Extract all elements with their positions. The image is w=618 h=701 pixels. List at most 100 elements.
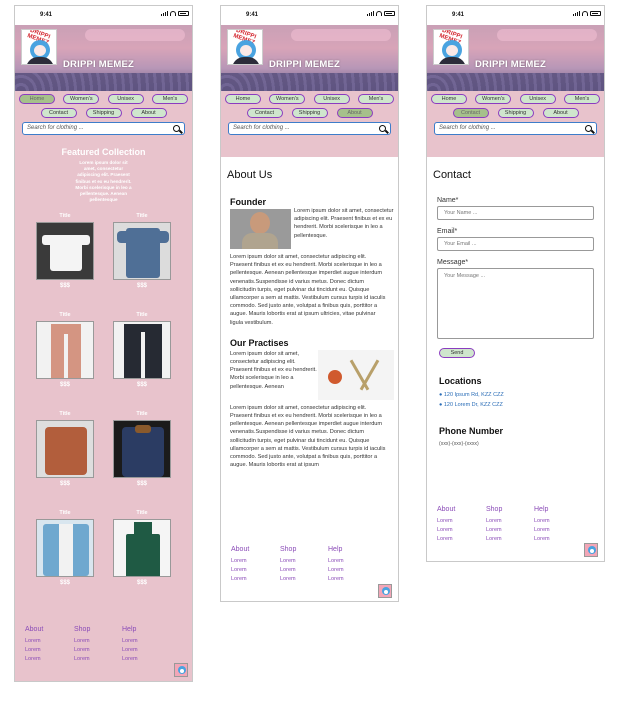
footer-link[interactable]: Lorem [486, 527, 502, 533]
nav-about[interactable]: About [336, 108, 373, 118]
email-field[interactable]: Your Email ... [437, 237, 594, 251]
footer-link[interactable]: Lorem [437, 518, 455, 524]
founder-heading: Founder [230, 197, 266, 207]
logo-icon[interactable]: DRIPPI MEMEZ [433, 29, 469, 65]
search-input[interactable]: Search for clothing ... [22, 122, 185, 135]
nav-contact[interactable]: Contact [246, 108, 283, 118]
status-time: 9:41 [246, 12, 259, 18]
nav-about[interactable]: About [130, 108, 167, 118]
product-price: $$$ [136, 283, 147, 290]
product-card[interactable]: Title $$$ [112, 510, 172, 586]
nav-bar: Home Women's Unisex Men's Contact Shippi… [427, 91, 604, 157]
footer-link[interactable]: Lorem [231, 576, 249, 582]
phone-number: (xxx)-(xxx)-(xxxx) [439, 441, 479, 447]
nav-contact[interactable]: Contact [452, 108, 489, 118]
logo-icon[interactable] [174, 663, 188, 677]
battery-icon [384, 11, 395, 16]
logo-icon[interactable]: DRIPPI MEMEZ [227, 29, 263, 65]
footer-link[interactable]: Lorem [328, 567, 344, 573]
nav-mens[interactable]: Men's [563, 94, 600, 104]
search-icon[interactable] [585, 125, 592, 132]
footer-heading-help: Help [122, 626, 137, 633]
footer-link[interactable]: Lorem [534, 518, 550, 524]
search-placeholder: Search for clothing ... [233, 125, 290, 131]
product-card[interactable]: Title $$$ [35, 411, 95, 487]
signal-icon [161, 11, 168, 16]
nav-contact[interactable]: Contact [40, 108, 77, 118]
footer-link[interactable]: Lorem [122, 647, 138, 653]
footer-link[interactable]: Lorem [534, 527, 550, 533]
status-time: 9:41 [452, 12, 465, 18]
product-image-navy-jacket[interactable] [113, 420, 171, 479]
nav-womens[interactable]: Women's [63, 94, 100, 104]
product-card[interactable]: Title $$$ [112, 213, 172, 289]
product-image-jeans[interactable] [113, 321, 171, 380]
footer-link[interactable]: Lorem [122, 638, 138, 644]
search-input[interactable]: Search for clothing ... [434, 122, 597, 135]
product-image-pants[interactable] [36, 321, 94, 380]
nav-home[interactable]: Home [19, 94, 55, 104]
nav-mens[interactable]: Men's [357, 94, 394, 104]
logo-icon[interactable] [584, 543, 598, 557]
send-button[interactable]: Send [439, 348, 475, 358]
product-card[interactable]: Title $$$ [35, 213, 95, 289]
footer-link[interactable]: Lorem [486, 536, 502, 542]
logo-icon[interactable]: DRIPPI MEMEZ [21, 29, 57, 65]
name-field[interactable]: Your Name ... [437, 206, 594, 220]
contact-form: Name* Your Name ... Email* Your Email ..… [427, 197, 604, 359]
footer-link[interactable]: Lorem [328, 576, 344, 582]
footer-link[interactable]: Lorem [74, 647, 90, 653]
footer-link[interactable]: Lorem [328, 558, 344, 564]
footer-link[interactable]: Lorem [486, 518, 502, 524]
footer-link[interactable]: Lorem [437, 527, 455, 533]
featured-title: Featured Collection [61, 147, 146, 157]
nav-womens[interactable]: Women's [475, 94, 512, 104]
product-image-denim-vest[interactable] [36, 519, 94, 578]
footer-link[interactable]: Lorem [280, 558, 296, 564]
footer-heading-about: About [437, 506, 456, 513]
nav-shipping[interactable]: Shipping [291, 108, 328, 118]
nav-unisex[interactable]: Unisex [107, 94, 144, 104]
locations-heading: Locations [439, 376, 482, 386]
footer-link[interactable]: Lorem [231, 567, 249, 573]
product-card[interactable]: Title $$$ [35, 510, 95, 586]
wifi-icon [170, 11, 176, 16]
footer-link[interactable]: Lorem [437, 536, 455, 542]
product-image-tshirt[interactable] [36, 222, 94, 281]
product-image-jacket[interactable] [36, 420, 94, 479]
footer-link[interactable]: Lorem [25, 656, 43, 662]
footer-link[interactable]: Lorem [280, 567, 296, 573]
footer-link[interactable]: Lorem [122, 656, 138, 662]
nav-home[interactable]: Home [431, 94, 467, 104]
nav-shipping[interactable]: Shipping [85, 108, 122, 118]
footer-link[interactable]: Lorem [534, 536, 550, 542]
product-image-dress[interactable] [113, 519, 171, 578]
nav-unisex[interactable]: Unisex [313, 94, 350, 104]
footer-link[interactable]: Lorem [280, 576, 296, 582]
footer-link[interactable]: Lorem [74, 656, 90, 662]
search-icon[interactable] [173, 125, 180, 132]
nav-mens[interactable]: Men's [151, 94, 188, 104]
product-card[interactable]: Title $$$ [112, 411, 172, 487]
page-title: Contact [433, 169, 471, 181]
product-card[interactable]: Title $$$ [112, 312, 172, 388]
product-image-denim-shirt[interactable] [113, 222, 171, 281]
nav-about[interactable]: About [542, 108, 579, 118]
page-title: About Us [227, 169, 273, 181]
email-label: Email* [437, 228, 458, 235]
product-card[interactable]: Title $$$ [35, 312, 95, 388]
search-icon[interactable] [379, 125, 386, 132]
footer-link[interactable]: Lorem [74, 638, 90, 644]
header-banner: DRIPPI MEMEZ DRIPPI MEMEZ [427, 25, 604, 91]
search-input[interactable]: Search for clothing ... [228, 122, 391, 135]
nav-womens[interactable]: Women's [269, 94, 306, 104]
footer-link[interactable]: Lorem [25, 647, 43, 653]
footer-link[interactable]: Lorem [25, 638, 43, 644]
message-field[interactable]: Your Message ... [437, 268, 594, 339]
nav-shipping[interactable]: Shipping [497, 108, 534, 118]
footer-link[interactable]: Lorem [231, 558, 249, 564]
nav-home[interactable]: Home [225, 94, 261, 104]
nav-unisex[interactable]: Unisex [519, 94, 556, 104]
product-price: $$$ [136, 580, 147, 587]
logo-icon[interactable] [378, 584, 392, 598]
